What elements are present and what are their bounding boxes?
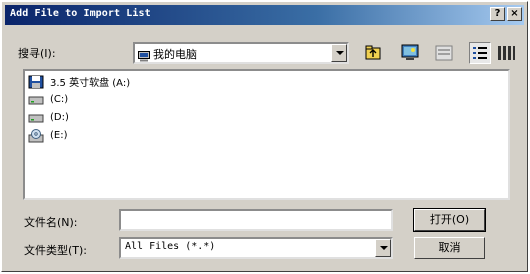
list-item[interactable]: 3.5 英寸软盘 (A:) [28, 73, 130, 89]
filename-input[interactable] [119, 209, 393, 231]
close-button[interactable]: × [507, 7, 522, 21]
details-view-icon[interactable] [495, 42, 517, 64]
desktop-icon[interactable] [399, 42, 421, 64]
new-folder-icon[interactable] [433, 42, 455, 64]
chevron-down-icon [380, 246, 388, 250]
dialog-title: Add File to Import List [10, 8, 151, 19]
hard-drive-icon [28, 92, 44, 106]
look-in-dropdown-button[interactable] [331, 44, 347, 62]
up-folder-icon[interactable] [362, 42, 384, 64]
list-item-label: 3.5 英寸软盘 (A:) [50, 77, 131, 89]
cancel-button[interactable]: 取消 [414, 237, 485, 259]
list-item-label: (D:) [50, 111, 69, 123]
list-item[interactable]: (E:) [28, 127, 68, 143]
list-item-label: (C:) [50, 93, 69, 105]
filetype-dropdown[interactable]: All Files (*.*) [119, 237, 393, 259]
open-button[interactable]: 打开(O) [413, 208, 486, 232]
filetype-label: 文件类型(T): [24, 244, 88, 257]
hard-drive-icon [28, 110, 44, 124]
look-in-dropdown[interactable]: 我的电脑 [133, 42, 349, 64]
file-list[interactable]: 3.5 英寸软盘 (A:) (C:) (D:) (E:) [23, 69, 510, 200]
file-dialog: Add File to Import List ? × 搜寻(I): 我的电脑 … [1, 1, 528, 272]
cd-drive-icon [28, 128, 44, 143]
floppy-drive-icon [28, 74, 44, 89]
filetype-dropdown-button[interactable] [375, 239, 391, 257]
filetype-value: All Files (*.*) [125, 241, 216, 252]
list-item-label: (E:) [50, 129, 68, 141]
list-item[interactable]: (D:) [28, 109, 69, 125]
help-button[interactable]: ? [490, 7, 505, 21]
chevron-down-icon [336, 51, 344, 55]
title-bar[interactable]: Add File to Import List ? × [5, 5, 524, 25]
filename-label: 文件名(N): [24, 216, 78, 229]
list-view-icon[interactable] [469, 42, 491, 64]
list-item[interactable]: (C:) [28, 91, 68, 107]
my-computer-icon [138, 47, 150, 62]
look-in-label: 搜寻(I): [18, 47, 56, 60]
look-in-value: 我的电脑 [153, 48, 197, 61]
